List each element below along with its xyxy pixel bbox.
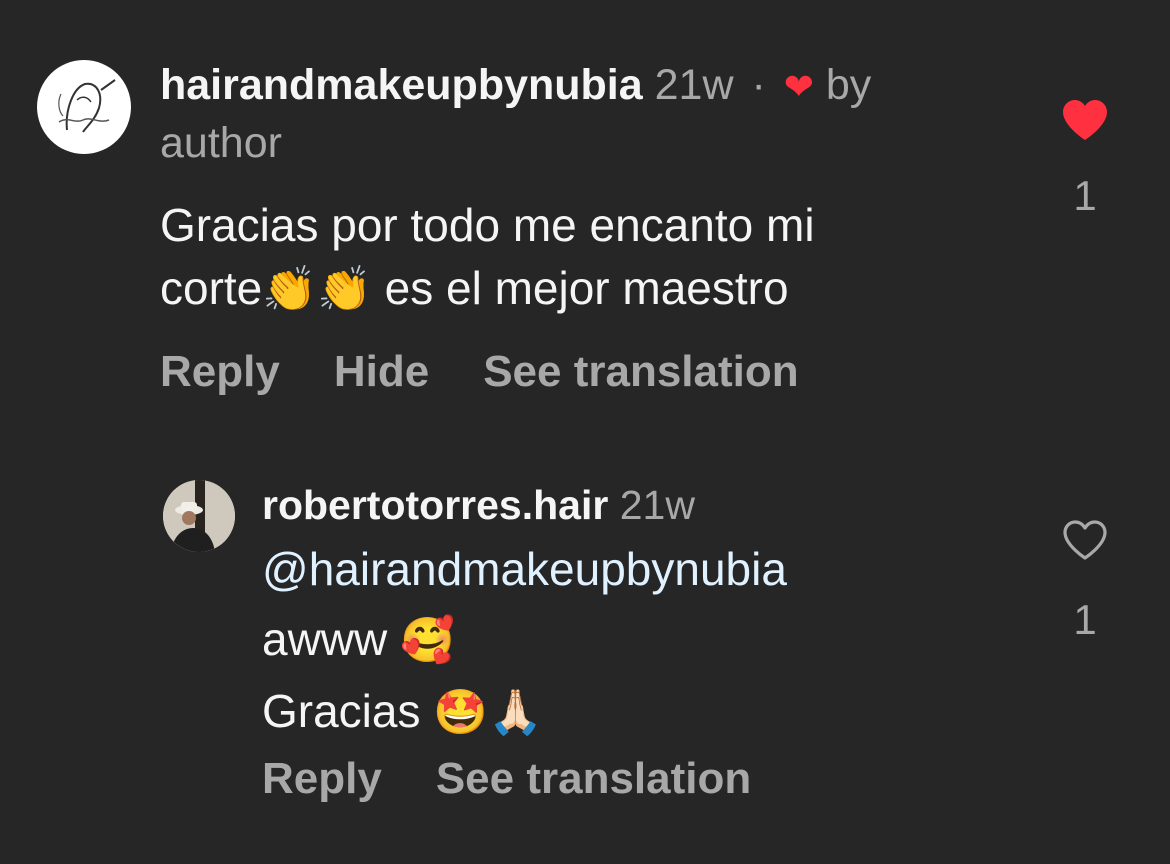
clapping-hands-emoji: 👏👏 — [262, 265, 372, 314]
comment-text-line: Gracias 🤩🙏🏻 — [262, 676, 962, 748]
reply-button[interactable]: Reply — [160, 347, 280, 397]
comment-header: robertotorres.hair 21w — [262, 476, 962, 534]
comment-text-line: corte👏👏 es el mejor maestro — [160, 257, 960, 321]
comment-text-segment: corte — [160, 262, 263, 314]
comment-text-segment: es el mejor maestro — [384, 262, 789, 314]
timestamp: 21w — [654, 61, 734, 109]
mention-link[interactable]: @hairandmakeupbynubia — [262, 534, 962, 604]
comment-text: Gracias por todo me encanto mi corte👏👏 e… — [160, 194, 960, 321]
timestamp: 21w — [619, 482, 695, 528]
username[interactable]: hairandmakeupbynubia — [160, 61, 643, 109]
heart-filled-icon — [1063, 100, 1107, 140]
liked-by-label: by — [825, 61, 872, 109]
comment-text-line: Gracias por todo me encanto mi — [160, 199, 815, 251]
comment-text-segment: Gracias — [262, 685, 421, 737]
comment-actions: Reply See translation — [262, 754, 962, 804]
reply-comment: robertotorres.hair 21w @hairandmakeupbyn… — [262, 476, 962, 804]
smiling-hearts-emoji: 🥰 — [400, 616, 455, 665]
hide-button[interactable]: Hide — [334, 347, 429, 397]
like-count[interactable]: 1 — [1050, 172, 1120, 220]
comment-text-line: awww 🥰 — [262, 604, 962, 676]
reply-button[interactable]: Reply — [262, 754, 382, 804]
salon-logo-icon — [40, 63, 128, 151]
profile-photo-icon — [163, 480, 235, 552]
comment: hairandmakeupbynubia 21w · ❤ by author G… — [160, 58, 960, 397]
heart-outline-icon — [1063, 520, 1107, 560]
separator: · — [751, 61, 766, 109]
see-translation-button[interactable]: See translation — [483, 347, 798, 397]
liked-by-value: author — [160, 119, 282, 167]
star-struck-praying-emoji: 🤩🙏🏻 — [433, 688, 543, 737]
like-count[interactable]: 1 — [1050, 596, 1120, 644]
see-translation-button[interactable]: See translation — [436, 754, 751, 804]
avatar[interactable] — [37, 60, 131, 154]
comment-header: hairandmakeupbynubia 21w · ❤ by — [160, 58, 960, 114]
username[interactable]: robertotorres.hair — [262, 482, 608, 528]
like-column: 1 — [1050, 518, 1120, 644]
like-button[interactable] — [1050, 518, 1120, 562]
avatar[interactable] — [163, 480, 235, 552]
like-column: 1 — [1050, 98, 1120, 220]
comment-text: @hairandmakeupbynubia awww 🥰 Gracias 🤩🙏🏻 — [262, 534, 962, 748]
heart-icon: ❤ — [783, 66, 814, 107]
comment-actions: Reply Hide See translation — [160, 347, 960, 397]
like-button[interactable] — [1050, 98, 1120, 142]
comment-text-segment: awww — [262, 613, 388, 665]
